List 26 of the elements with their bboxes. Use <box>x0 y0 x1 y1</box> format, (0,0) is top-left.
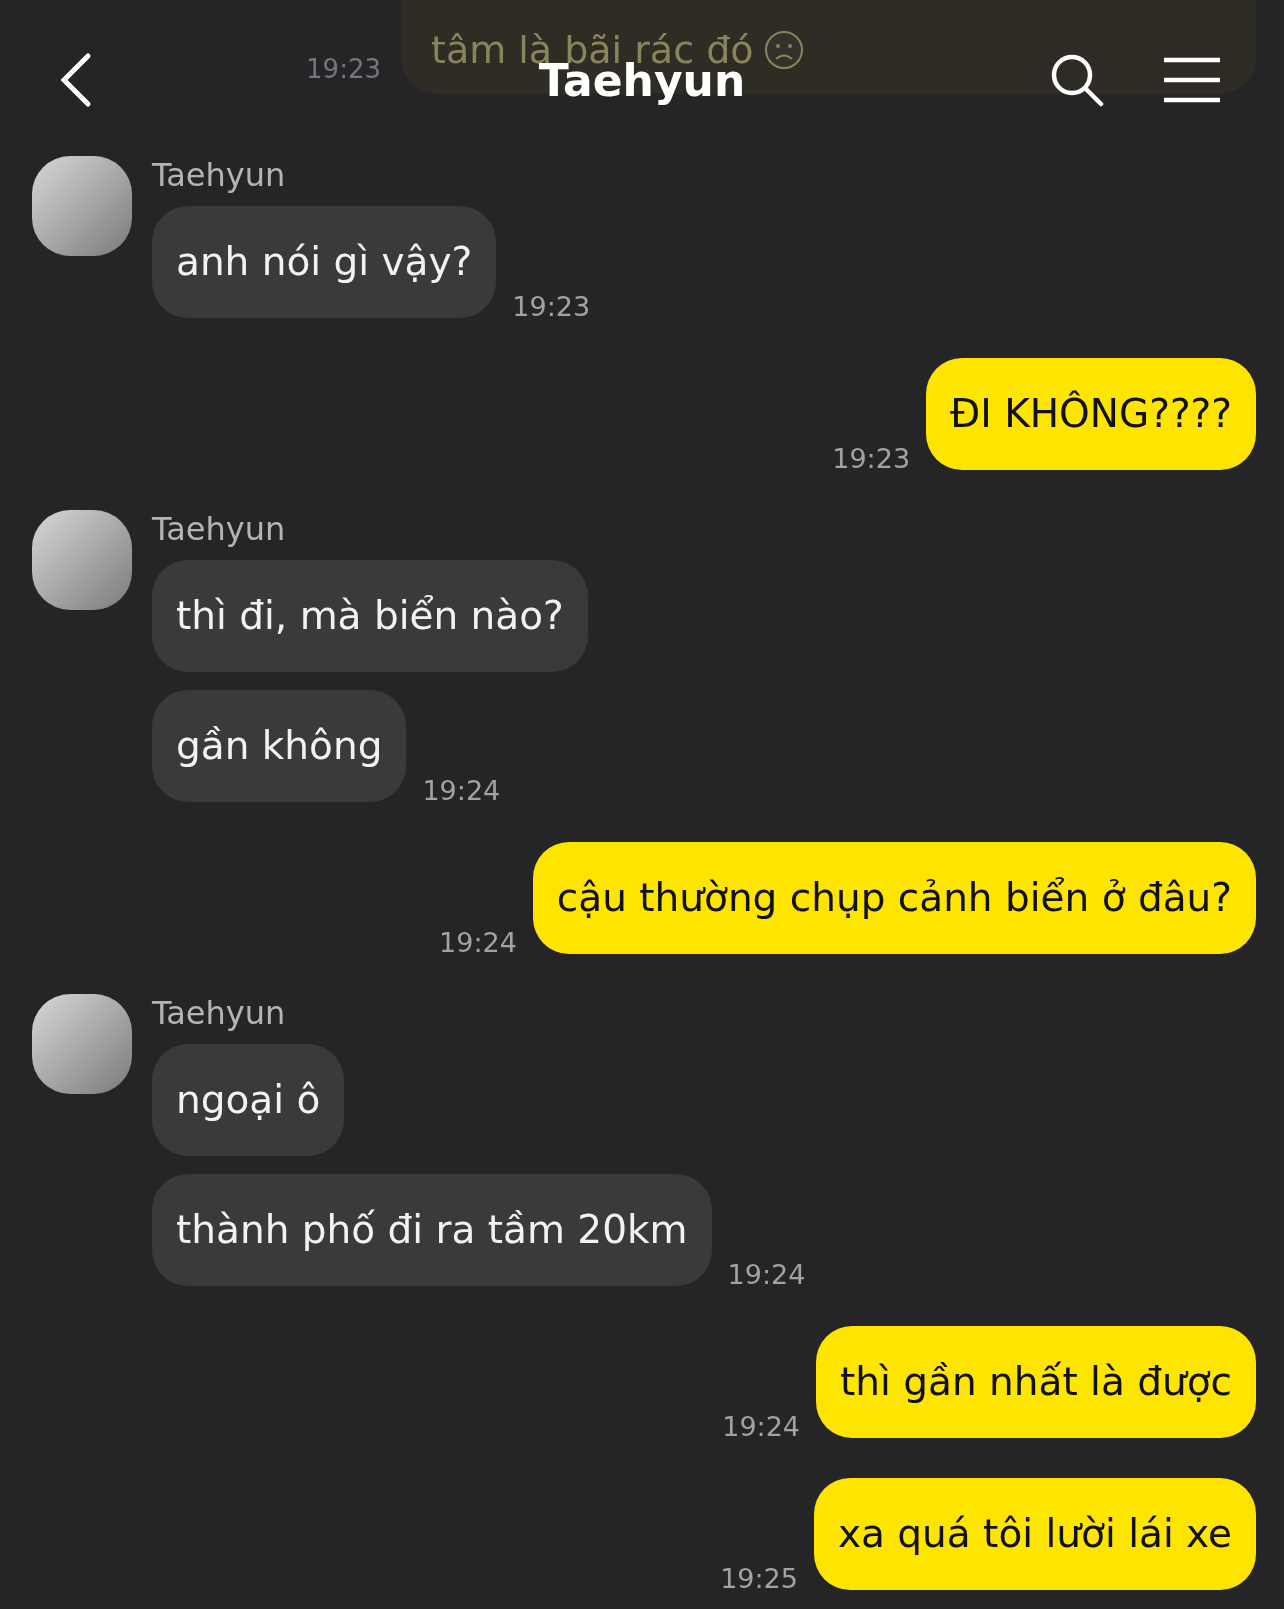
avatar[interactable] <box>32 510 132 610</box>
message-time: 19:24 <box>722 1411 801 1442</box>
sender-name: Taehyun <box>152 510 286 548</box>
message-time: 19:23 <box>512 291 591 322</box>
message-time: 19:24 <box>422 775 501 806</box>
message-bubble: ngoại ô <box>152 1044 345 1156</box>
avatar[interactable] <box>32 156 132 256</box>
message-time: 19:24 <box>439 927 517 958</box>
sad-face-icon <box>763 30 804 70</box>
message-bubble: anh nói gì vậy? <box>152 206 497 318</box>
message-bubble: thì đi, mà biển nào? <box>152 560 588 672</box>
message-bubble: ĐI KHÔNG???? <box>926 358 1256 470</box>
sender-name: Taehyun <box>152 156 286 194</box>
message-bubble: xa quá tôi lười lái xe <box>813 1478 1256 1590</box>
search-button[interactable] <box>1050 53 1104 107</box>
message-bubble: cậu thường chụp cảnh biển ở đâu? <box>532 842 1256 954</box>
message-time: 19:24 <box>727 1259 806 1290</box>
message-time: 19:25 <box>720 1563 798 1594</box>
message-time: 19:23 <box>306 54 381 84</box>
message-bubble: thì gần nhất là được <box>816 1326 1256 1438</box>
avatar[interactable] <box>32 994 132 1094</box>
message-bubble: gần không <box>152 690 407 802</box>
sender-name: Taehyun <box>152 994 286 1032</box>
message-time: 19:23 <box>832 443 911 474</box>
menu-button[interactable] <box>1162 56 1222 104</box>
message-bubble: thành phố đi ra tầm 20km <box>152 1174 712 1286</box>
